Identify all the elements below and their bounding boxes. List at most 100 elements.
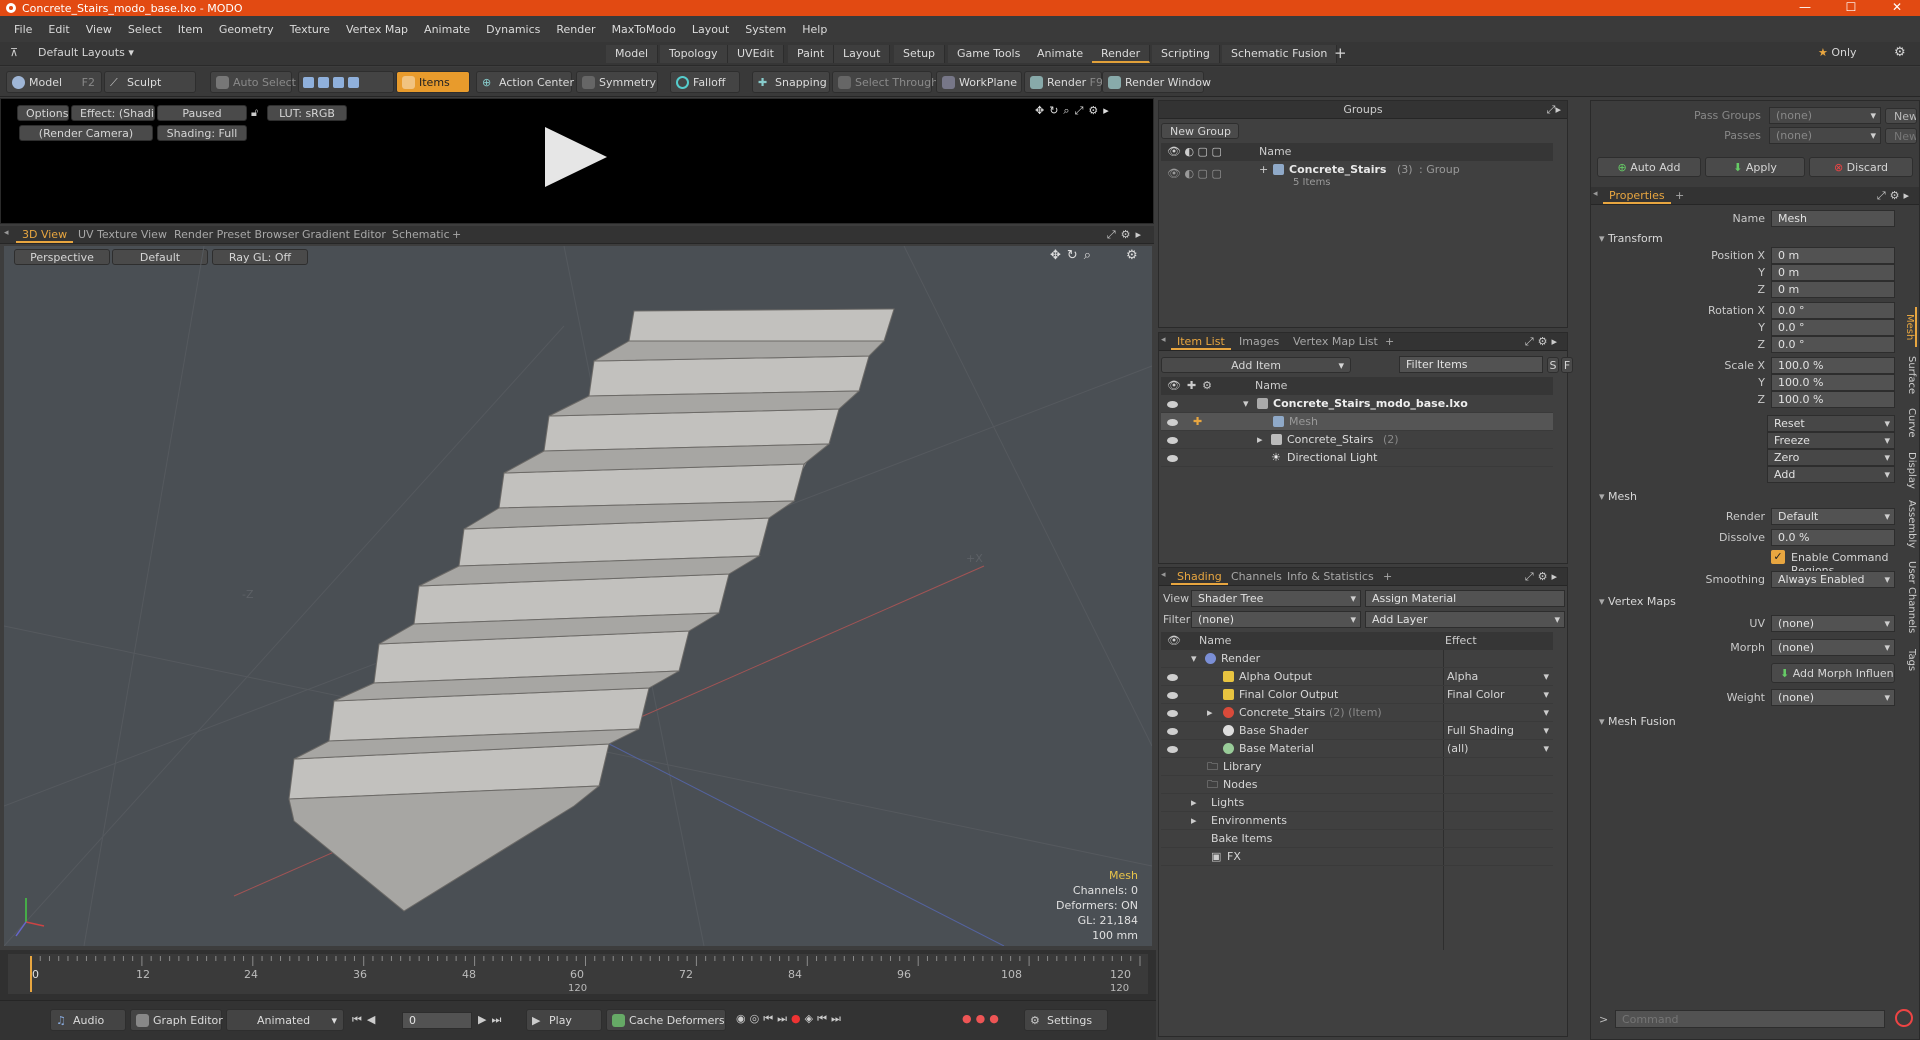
animated-dropdown[interactable]: Animated ▾ [226, 1009, 344, 1031]
expand-icon[interactable]: ▸ [1191, 812, 1197, 830]
shader-row-render[interactable]: ▾ Render [1161, 650, 1553, 668]
vertices-mode-icon[interactable] [303, 77, 314, 88]
menu-item[interactable]: Item [170, 23, 211, 36]
layout-tab-topology[interactable]: Topology [660, 45, 728, 63]
auto-select-button[interactable]: Auto Select [210, 71, 296, 93]
shader-row-fx[interactable]: ▣ FX [1161, 848, 1553, 866]
lock-item-icon[interactable]: ✚ [1193, 413, 1202, 431]
tab-render-preset-browser[interactable]: Render Preset Browser [168, 227, 305, 243]
smoothing-dropdown[interactable]: Always Enabled [1771, 571, 1895, 588]
transport-back-icons[interactable]: ⏮◀ [352, 1013, 380, 1027]
tab-channels[interactable]: Channels [1225, 569, 1288, 585]
model-mode-button[interactable]: Model F2 [6, 71, 102, 93]
menu-help[interactable]: Help [794, 23, 835, 36]
scale-x-input[interactable]: 100.0 % [1771, 357, 1895, 374]
shader-effect[interactable]: Alpha [1447, 668, 1478, 686]
tab-gradient-editor[interactable]: Gradient Editor [296, 227, 392, 243]
menu-view[interactable]: View [78, 23, 120, 36]
preview-lut-dropdown[interactable]: LUT: sRGB [267, 105, 347, 121]
name-input[interactable]: Mesh [1771, 210, 1895, 227]
items-mode-button[interactable]: Items [396, 71, 470, 93]
key-record-icons[interactable]: ●●● [962, 1012, 1003, 1025]
shader-row-nodes[interactable]: 🗀︎ Nodes [1161, 776, 1553, 794]
new-pass-disabled-button[interactable]: New [1885, 128, 1917, 144]
transport-forward-icons[interactable]: ▶⏭ [478, 1013, 506, 1027]
group-row-toggle-icons[interactable]: 👁︎ ◐ ▢ ▢ [1167, 167, 1222, 180]
item-row-mesh[interactable]: ✚ Mesh [1161, 413, 1553, 431]
assign-material-button[interactable]: Assign Material [1365, 590, 1565, 607]
shader-row-library[interactable]: 🗀︎ Library [1161, 758, 1553, 776]
timeline[interactable]: 0 12 24 36 48 60 72 84 96 108 120 120 12… [0, 950, 1156, 1000]
visibility-eye-icon[interactable] [1167, 455, 1178, 462]
uv-dropdown[interactable]: (none) [1771, 615, 1895, 632]
effect-dropdown-icon[interactable]: ▾ [1543, 740, 1549, 758]
side-tab-user-channels[interactable]: User Channels [1903, 557, 1917, 637]
menu-geometry[interactable]: Geometry [211, 23, 282, 36]
scale-z-input[interactable]: 100.0 % [1771, 391, 1895, 408]
item-row-directional-light[interactable]: ☀ Directional Light [1161, 449, 1553, 467]
side-tab-curve[interactable]: Curve [1903, 405, 1917, 441]
layout-tab-model[interactable]: Model [606, 45, 659, 63]
shader-effect[interactable]: Full Shading [1447, 722, 1514, 740]
layout-tab-animate[interactable]: Animate [1028, 45, 1094, 63]
add-view-tab-icon[interactable]: + [446, 227, 467, 243]
preview-options-button[interactable]: Options [17, 105, 69, 121]
workplane-button[interactable]: WorkPlane [936, 71, 1022, 93]
command-input[interactable] [1615, 1010, 1885, 1028]
rotation-x-input[interactable]: 0.0 ° [1771, 302, 1895, 319]
layout-tab-paint[interactable]: Paint [788, 45, 835, 63]
shader-effect[interactable]: Final Color [1447, 686, 1505, 704]
add-properties-tab-icon[interactable]: + [1669, 188, 1690, 204]
filter-f-button[interactable]: F [1561, 357, 1573, 373]
shader-effect[interactable]: (all) [1447, 740, 1468, 758]
layout-tab-uvedit[interactable]: UVEdit [728, 45, 784, 63]
play-button[interactable]: ▶ Play [526, 1009, 602, 1031]
properties-controls[interactable]: ⤢⚙▸ [1877, 189, 1913, 203]
filter-dropdown[interactable]: (none) [1191, 611, 1361, 628]
menu-file[interactable]: File [6, 23, 40, 36]
menu-dynamics[interactable]: Dynamics [478, 23, 548, 36]
render-button[interactable]: Render F9 [1024, 71, 1103, 93]
snapping-button[interactable]: ✚ Snapping [752, 71, 830, 93]
menu-render[interactable]: Render [548, 23, 603, 36]
render-dropdown[interactable]: Default [1771, 508, 1895, 525]
falloff-button[interactable]: Falloff [670, 71, 740, 93]
dissolve-input[interactable]: 0.0 % [1771, 529, 1895, 546]
preview-paused-button[interactable]: Paused [157, 105, 247, 121]
auto-add-button[interactable]: ⊕ Auto Add [1597, 157, 1701, 177]
current-frame-field[interactable]: 0 [402, 1012, 472, 1029]
layout-tab-render[interactable]: Render [1092, 45, 1151, 63]
zero-dropdown[interactable]: Zero [1767, 449, 1895, 466]
side-tab-assembly[interactable]: Assembly [1903, 499, 1917, 549]
action-center-button[interactable]: ⊕ Action Center [476, 71, 574, 93]
shader-row-alpha-output[interactable]: Alpha Output Alpha ▾ [1161, 668, 1553, 686]
effect-dropdown-icon[interactable]: ▾ [1543, 704, 1549, 722]
menu-edit[interactable]: Edit [40, 23, 77, 36]
shader-row-base-material[interactable]: Base Material (all) ▾ [1161, 740, 1553, 758]
shader-row-lights[interactable]: ▸ Lights [1161, 794, 1553, 812]
scale-y-input[interactable]: 100.0 % [1771, 374, 1895, 391]
layout-tab-scripting[interactable]: Scripting [1152, 45, 1220, 63]
layout-tab-layout[interactable]: Layout [834, 45, 891, 63]
expand-icon[interactable]: ▸ [1257, 431, 1263, 449]
shader-row-environments[interactable]: ▸ Environments [1161, 812, 1553, 830]
mesh-fusion-section[interactable]: Mesh Fusion [1599, 715, 1676, 728]
rotation-y-input[interactable]: 0.0 ° [1771, 319, 1895, 336]
key-controls-icons[interactable]: ◉◎⏮⏭●◈⏮⏭ [736, 1012, 845, 1026]
tab-info-statistics[interactable]: Info & Statistics [1281, 569, 1380, 585]
shader-row-final-color-output[interactable]: Final Color Output Final Color ▾ [1161, 686, 1553, 704]
sculpt-mode-button[interactable]: ⟋ Sculpt [104, 71, 196, 93]
weight-dropdown[interactable]: (none) [1771, 689, 1895, 706]
minimize-icon[interactable]: — [1782, 0, 1828, 16]
group-expand-icon[interactable]: + [1259, 163, 1268, 176]
collapse-icon[interactable]: ▾ [1191, 650, 1197, 668]
pass-groups-dropdown[interactable]: (none) [1769, 107, 1881, 124]
tab-shading[interactable]: Shading [1171, 569, 1228, 585]
pane-menu-icon-shading[interactable]: ◂ [1161, 570, 1166, 580]
group-row-concrete-stairs[interactable]: 👁︎ ◐ ▢ ▢ + Concrete_Stairs (3) : Group 5… [1161, 161, 1553, 191]
side-tab-tags[interactable]: Tags [1903, 645, 1917, 675]
pane-menu-icon[interactable]: ◂ [4, 228, 9, 238]
pane-menu-icon-props[interactable]: ◂ [1593, 189, 1598, 199]
tab-3d-view[interactable]: 3D View [16, 227, 74, 243]
view-dropdown[interactable]: Shader Tree [1191, 590, 1361, 607]
